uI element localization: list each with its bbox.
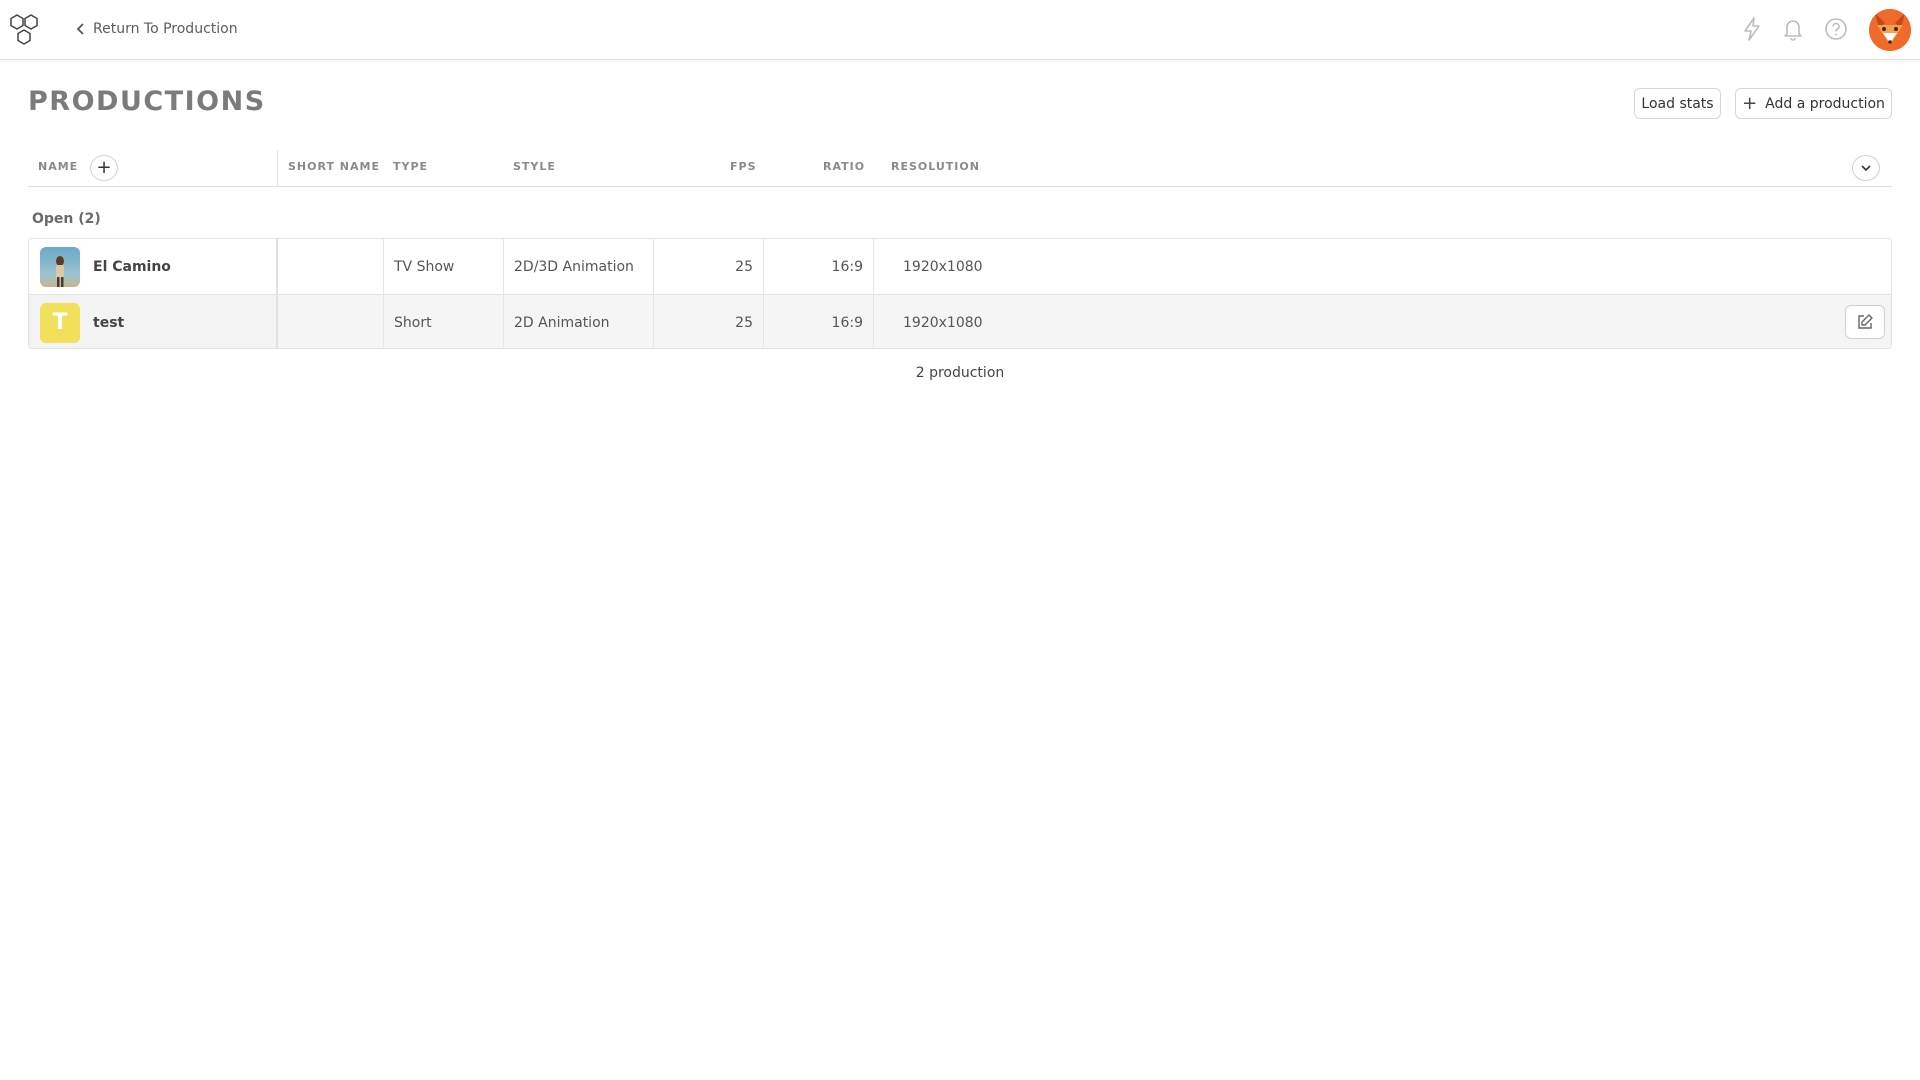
bell-icon[interactable] — [1780, 16, 1806, 42]
plus-icon: + — [1742, 92, 1758, 114]
logo-icon[interactable] — [8, 13, 44, 47]
short-name-cell — [278, 239, 384, 294]
type-cell: TV Show — [384, 239, 504, 294]
lightning-icon[interactable] — [1739, 16, 1765, 42]
production-thumbnail-image — [40, 246, 80, 287]
chevron-down-icon — [1861, 165, 1871, 172]
name-cell[interactable]: El Camino — [29, 239, 278, 294]
fox-avatar-icon — [1869, 9, 1911, 51]
type-cell: Short — [384, 295, 504, 348]
ratio-cell: 16:9 — [764, 295, 874, 348]
column-divider — [277, 150, 278, 187]
column-header-ratio[interactable]: RATIO — [823, 160, 865, 173]
table-row[interactable]: El Camino TV Show 2D/3D Animation 25 16:… — [29, 239, 1891, 294]
add-production-button[interactable]: + Add a production — [1735, 88, 1892, 119]
edit-production-button[interactable] — [1845, 305, 1885, 339]
top-bar: Return To Production — [0, 0, 1920, 60]
add-column-button[interactable]: + — [90, 155, 118, 181]
plus-icon: + — [96, 157, 112, 178]
table-row[interactable]: T test Short 2D Animation 25 16:9 1920x1… — [29, 294, 1891, 348]
productions-table: El Camino TV Show 2D/3D Animation 25 16:… — [28, 238, 1892, 349]
column-header-resolution[interactable]: RESOLUTION — [891, 160, 980, 173]
style-cell: 2D/3D Animation — [504, 239, 654, 294]
style-cell: 2D Animation — [504, 295, 654, 348]
name-cell[interactable]: T test — [29, 295, 278, 348]
resolution-cell: 1920x1080 — [903, 258, 983, 275]
column-header-short-name[interactable]: SHORT NAME — [288, 160, 380, 173]
add-production-label: Add a production — [1765, 95, 1885, 112]
chevron-left-icon — [76, 23, 84, 35]
fps-cell: 25 — [654, 295, 764, 348]
production-count: 2 production — [915, 365, 1005, 381]
table-header: NAME + SHORT NAME TYPE STYLE FPS RATIO R… — [28, 150, 1892, 187]
load-stats-button[interactable]: Load stats — [1634, 88, 1721, 119]
column-header-fps[interactable]: FPS — [730, 160, 757, 173]
group-label-open: Open (2) — [32, 211, 101, 227]
resolution-cell: 1920x1080 — [903, 314, 983, 331]
page-title: PRODUCTIONS — [28, 86, 266, 117]
short-name-cell — [278, 295, 384, 348]
help-icon[interactable] — [1823, 16, 1849, 42]
production-letter-avatar[interactable]: T — [40, 302, 80, 343]
production-name[interactable]: El Camino — [93, 259, 171, 275]
edit-icon — [1858, 314, 1873, 329]
column-header-name[interactable]: NAME — [38, 160, 78, 173]
production-name[interactable]: test — [93, 315, 124, 331]
collapse-button[interactable] — [1852, 155, 1880, 181]
column-header-type[interactable]: TYPE — [393, 160, 428, 173]
fps-cell: 25 — [654, 239, 764, 294]
column-header-style[interactable]: STYLE — [513, 160, 556, 173]
ratio-cell: 16:9 — [764, 239, 874, 294]
return-to-production-label: Return To Production — [93, 21, 238, 37]
production-thumbnail[interactable] — [40, 246, 80, 287]
user-avatar[interactable] — [1869, 9, 1911, 51]
return-to-production-link[interactable]: Return To Production — [75, 19, 238, 39]
